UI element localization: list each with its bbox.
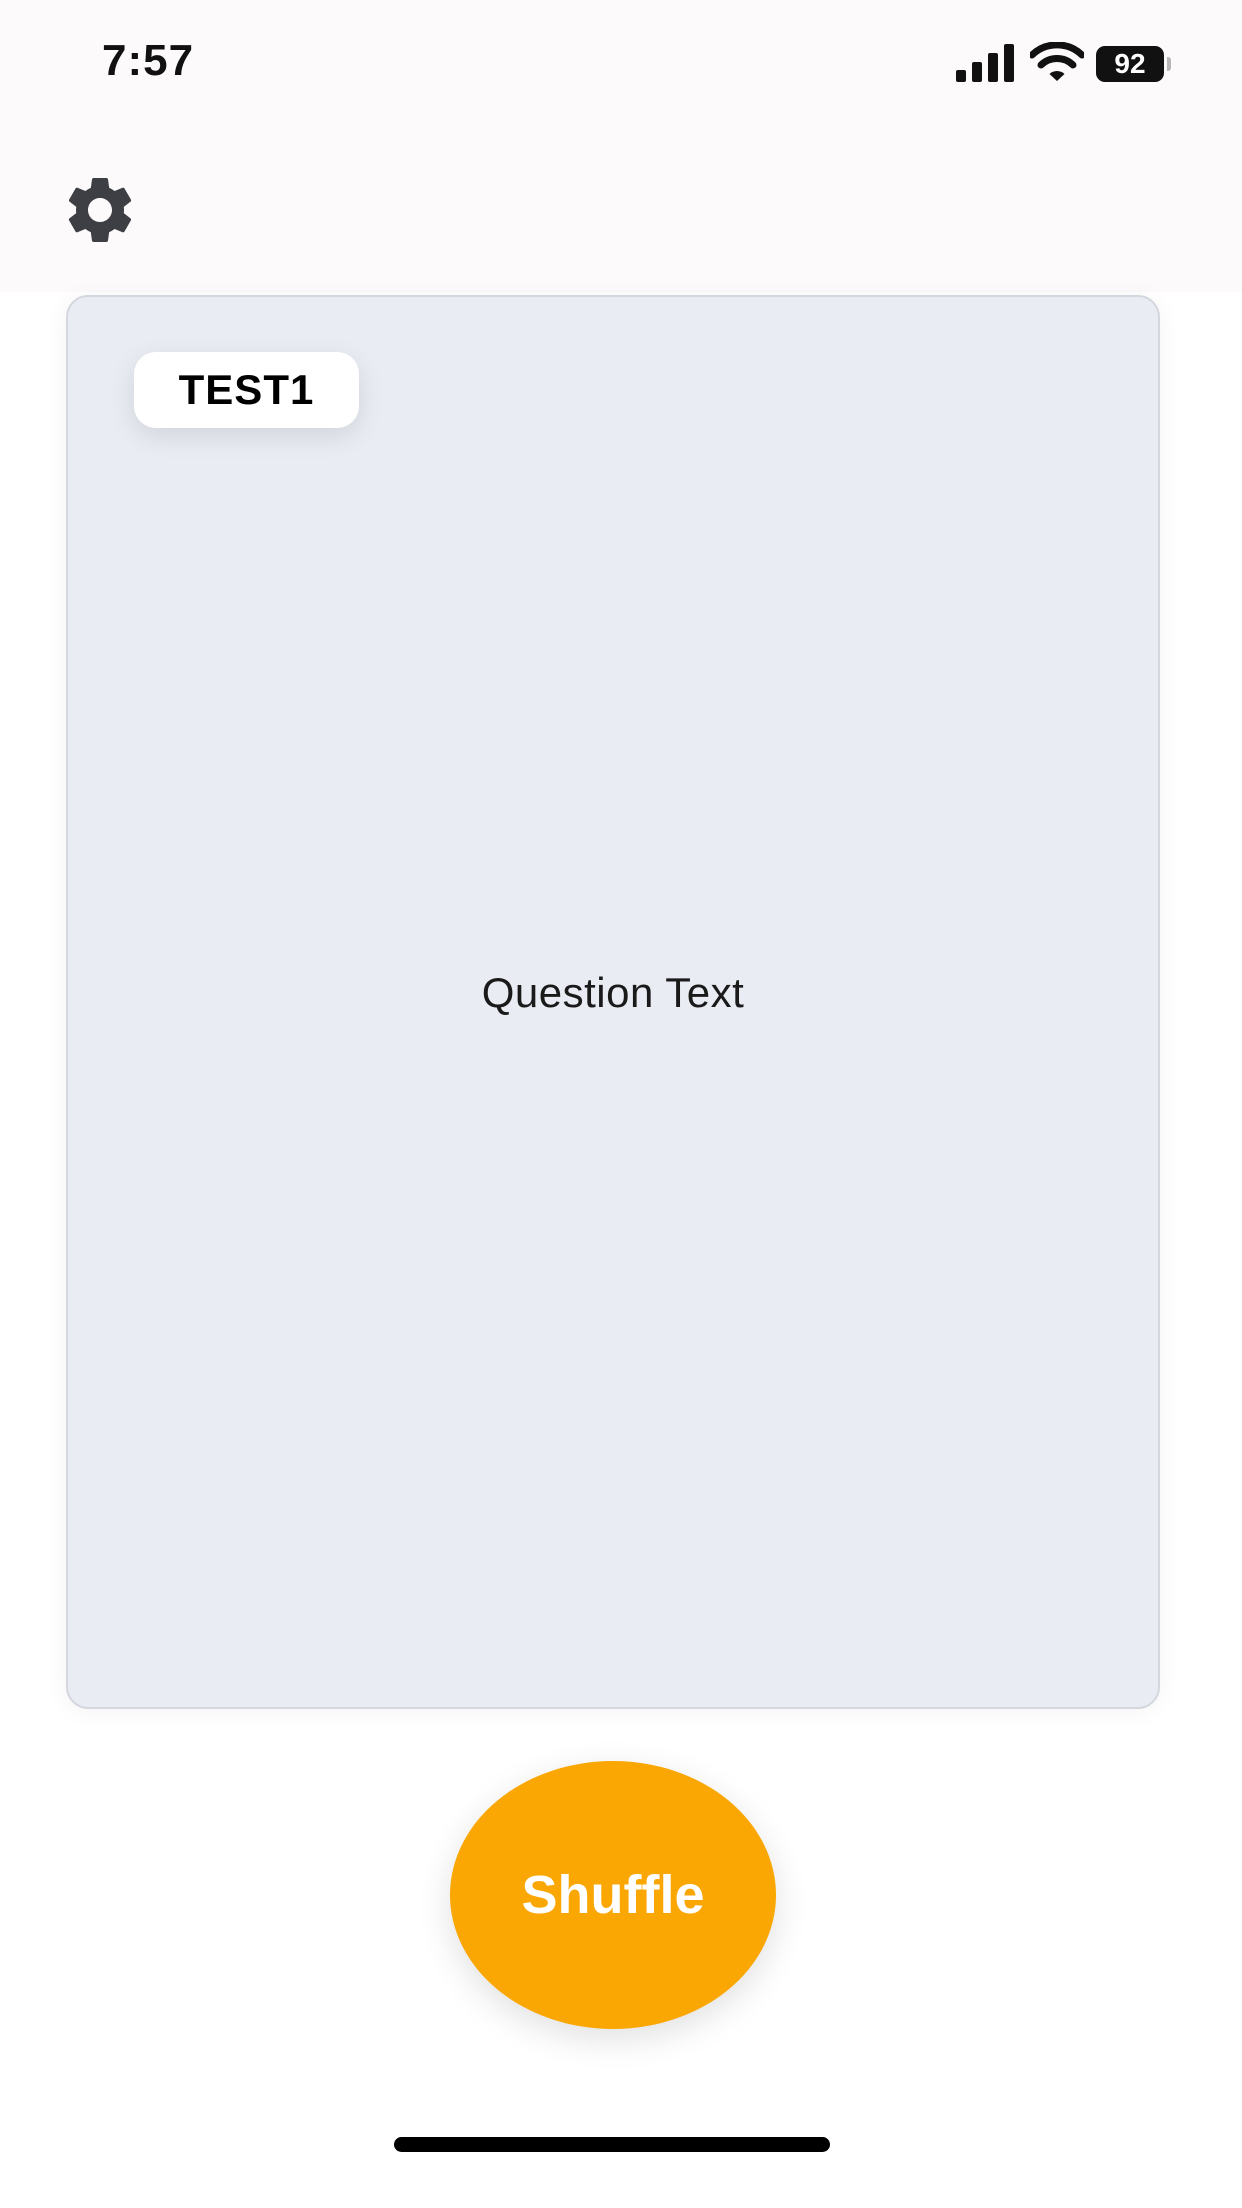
shuffle-button[interactable]: Shuffle [450, 1761, 776, 2029]
gear-icon [68, 177, 132, 242]
battery-level: 92 [1114, 48, 1146, 79]
question-text: Question Text [481, 969, 745, 1016]
status-time: 7:57 [102, 36, 195, 85]
battery-cap [1167, 57, 1171, 71]
deck-badge: TEST1 [134, 352, 359, 428]
wifi-icon [1028, 41, 1086, 82]
home-indicator[interactable] [394, 2137, 830, 2152]
settings-button[interactable] [60, 170, 140, 250]
question-card[interactable]: TEST1 Question Text [66, 295, 1160, 1709]
cellular-signal-icon [956, 44, 1016, 82]
status-bar: 7:57 92 [0, 0, 1242, 120]
battery-icon: 92 [1096, 46, 1172, 82]
